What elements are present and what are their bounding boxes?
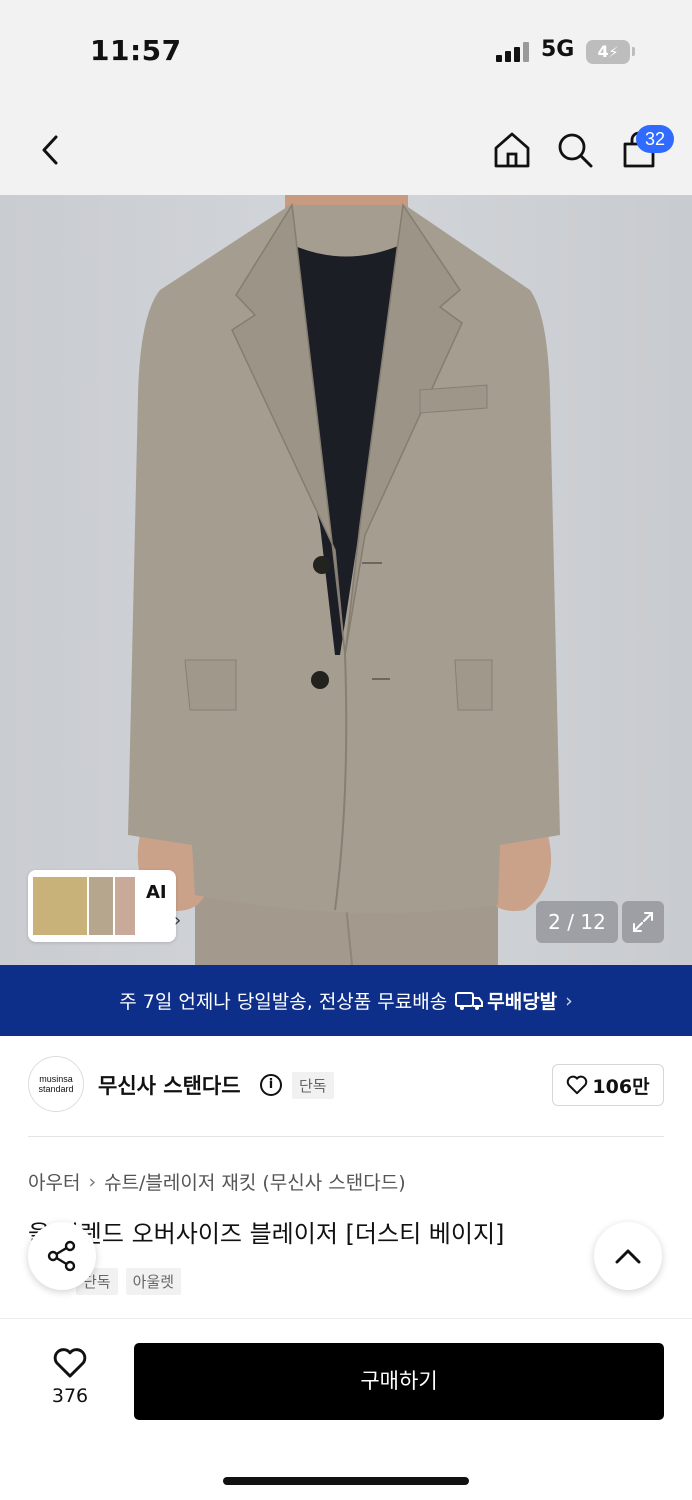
scroll-top-button[interactable] (594, 1222, 662, 1290)
product-title: 울 블렌드 오버사이즈 블레이저 [더스티 베이지] (28, 1220, 505, 1248)
chevron-right-icon: › (565, 989, 573, 1012)
thumbnail-3 (114, 876, 136, 936)
status-bar: 11:57 5G 4⚡ (0, 0, 692, 100)
brand-row: musinsa standard 무신사 스탠다드 i 단독 106만 (0, 1052, 692, 1120)
search-button[interactable] (553, 128, 597, 172)
cart-count-badge: 32 (636, 125, 674, 153)
ai-thumbnail-card[interactable]: AI › (28, 870, 181, 942)
thumbnail-1 (32, 876, 88, 936)
share-button[interactable] (28, 1222, 96, 1290)
battery-tip (632, 47, 635, 56)
home-indicator[interactable] (223, 1477, 469, 1485)
ai-label: AI (146, 882, 167, 903)
truck-icon (455, 991, 484, 1010)
nav-bar (0, 100, 692, 195)
heart-icon (567, 1075, 588, 1095)
chevron-up-icon (615, 1249, 641, 1264)
fullscreen-button[interactable] (622, 901, 664, 943)
thumbnail-2 (88, 876, 114, 936)
breadcrumb-level1[interactable]: 아우터 (28, 1168, 80, 1195)
chevron-right-icon: › (88, 1170, 97, 1193)
home-icon (494, 132, 530, 168)
buy-button[interactable]: 구매하기 (134, 1343, 664, 1420)
tag-outlet: 아울렛 (125, 1268, 182, 1295)
back-button[interactable] (28, 128, 72, 172)
brand-logo-line2: standard (38, 1084, 74, 1094)
chevron-right-icon: › (174, 910, 182, 931)
share-icon (47, 1240, 76, 1272)
status-time: 11:57 (90, 34, 182, 67)
breadcrumb: 아우터 › 슈트/블레이저 재킷 (무신사 스탠다드) (28, 1168, 406, 1195)
divider (28, 1136, 664, 1137)
breadcrumb-level2[interactable]: 슈트/블레이저 재킷 (무신사 스탠다드) (104, 1168, 406, 1195)
shipping-tag: 무배당발 (455, 987, 557, 1014)
wishlist-button[interactable]: 376 (30, 1347, 110, 1407)
chevron-left-icon (42, 135, 58, 165)
search-icon (558, 133, 593, 168)
battery-icon: 4⚡ (586, 40, 630, 64)
heart-icon (53, 1348, 87, 1378)
shipping-text: 주 7일 언제나 당일발송, 전상품 무료배송 (119, 991, 448, 1013)
wishlist-count: 376 (51, 1385, 89, 1407)
home-button[interactable] (490, 128, 534, 172)
brand-logo-line1: musinsa (39, 1074, 73, 1084)
brand-logo[interactable]: musinsa standard (28, 1056, 84, 1112)
brand-like-button[interactable]: 106만 (552, 1064, 664, 1106)
network-label: 5G (541, 37, 575, 62)
battery-level: 4 (597, 42, 609, 61)
info-icon[interactable]: i (260, 1074, 282, 1096)
brand-name[interactable]: 무신사 스탠다드 (98, 1070, 241, 1100)
shipping-banner[interactable]: 주 7일 언제나 당일발송, 전상품 무료배송 무배당발 › (0, 965, 692, 1036)
exclusive-chip: 단독 (292, 1072, 334, 1099)
blazer-photo (128, 195, 560, 965)
shipping-tag-label: 무배당발 (487, 991, 558, 1013)
product-image[interactable] (0, 195, 692, 965)
signal-icon (496, 42, 530, 62)
brand-like-count: 106만 (592, 1075, 650, 1098)
expand-icon (633, 912, 653, 932)
bottom-action-bar: 376 구매하기 (0, 1318, 692, 1500)
image-counter: 2 / 12 (536, 901, 618, 943)
